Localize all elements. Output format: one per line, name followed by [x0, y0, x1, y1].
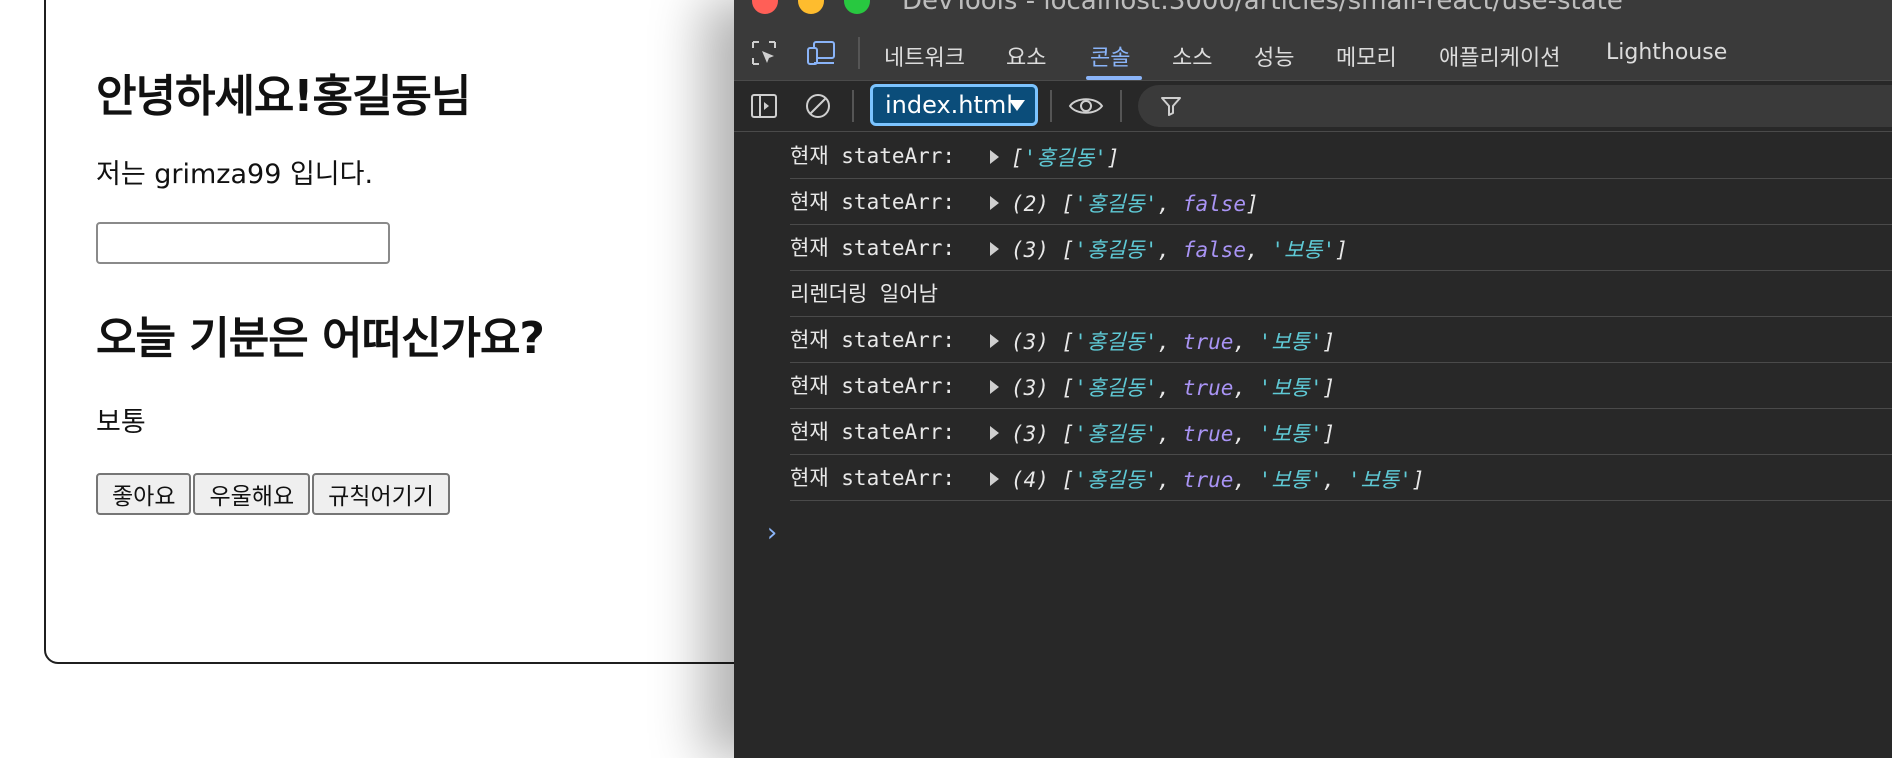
array-boolean-item: true — [1182, 330, 1234, 354]
array-string-item: '홍길동' — [1074, 376, 1158, 400]
live-expression-eye-icon[interactable] — [1068, 92, 1104, 120]
array-length: (2) — [1011, 192, 1049, 216]
device-toolbar-icon[interactable] — [806, 39, 838, 67]
tab-memory[interactable]: 메모리 — [1336, 40, 1397, 72]
console-log-label: 리렌더링 일어남 — [790, 282, 938, 306]
intro-text: 저는 grimza99 입니다. — [96, 159, 374, 190]
expand-triangle-icon[interactable] — [990, 334, 999, 348]
expand-triangle-icon[interactable] — [990, 380, 999, 394]
console-log-label: 현재 stateArr: — [790, 236, 956, 260]
minimize-window-button[interactable] — [798, 0, 824, 14]
array-string-item: '보통' — [1347, 468, 1412, 492]
console-array-value[interactable]: (4) ['홍길동', true, '보통', '보통'] — [990, 464, 1425, 494]
console-log-row: 현재 stateArr: (3) ['홍길동', true, '보통'] — [790, 316, 1892, 363]
array-length: (4) — [1011, 468, 1049, 492]
context-select-label: index.html — [885, 91, 1013, 119]
console-log-label: 현재 stateArr: — [790, 144, 956, 168]
context-select[interactable]: index.html — [870, 84, 1038, 126]
console-log-row: 현재 stateArr: (4) ['홍길동', true, '보통', '보통'… — [790, 454, 1892, 501]
array-string-item: '보통' — [1258, 376, 1323, 400]
array-string-item: '홍길동' — [1074, 468, 1158, 492]
tab-lighthouse[interactable]: Lighthouse — [1606, 40, 1727, 65]
chevron-down-icon — [1009, 100, 1025, 111]
tab-elements[interactable]: 요소 — [1006, 40, 1046, 72]
mood-button-row: 좋아요 우울해요 규칙어기기 — [96, 473, 450, 515]
sidebar-toggle-icon[interactable] — [750, 92, 778, 120]
filter-input[interactable] — [1138, 85, 1892, 127]
console-log-label: 현재 stateArr: — [790, 190, 956, 214]
app-card: 안녕하세요!홍길동님 저는 grimza99 입니다. 오늘 기분은 어떠신가요… — [44, 0, 804, 664]
toolbar-divider — [1050, 90, 1052, 122]
array-boolean-item: true — [1182, 468, 1234, 492]
array-string-item: '홍길동' — [1074, 192, 1158, 216]
active-tab-indicator — [1086, 76, 1142, 80]
array-string-item: '홍길동' — [1074, 422, 1158, 446]
devtools-title: DevTools - localhost:3000/articles/small… — [902, 0, 1623, 16]
console-array-value[interactable]: (3) ['홍길동', true, '보통'] — [990, 326, 1335, 356]
expand-triangle-icon[interactable] — [990, 472, 999, 486]
tab-sources[interactable]: 소스 — [1172, 40, 1212, 72]
array-length: (3) — [1011, 330, 1049, 354]
filter-icon — [1161, 97, 1181, 116]
mood-question-heading: 오늘 기분은 어떠신가요? — [96, 313, 545, 364]
close-window-button[interactable] — [752, 0, 778, 14]
array-boolean-item: false — [1182, 192, 1247, 216]
expand-triangle-icon[interactable] — [990, 196, 999, 210]
devtools-titlebar: DevTools - localhost:3000/articles/small… — [734, 0, 1892, 26]
array-length: (3) — [1011, 422, 1049, 446]
console-array-value[interactable]: (3) ['홍길동', true, '보통'] — [990, 418, 1335, 448]
array-string-item: '보통' — [1258, 468, 1323, 492]
console-toolbar: index.html — [734, 81, 1892, 132]
array-boolean-item: true — [1182, 422, 1234, 446]
console-prompt-icon[interactable]: › — [764, 518, 780, 548]
break-rule-button[interactable]: 규칙어기기 — [312, 473, 450, 515]
array-boolean-item: false — [1182, 238, 1247, 262]
console-array-value[interactable]: (3) ['홍길동', true, '보통'] — [990, 372, 1335, 402]
console-log-message: 리렌더링 일어남 — [790, 270, 1892, 317]
good-button[interactable]: 좋아요 — [96, 473, 192, 515]
console-log-label: 현재 stateArr: — [790, 328, 956, 352]
console-log-row: 현재 stateArr: (3) ['홍길동', true, '보통'] — [790, 362, 1892, 409]
console-array-value[interactable]: (3) ['홍길동', false, '보통'] — [990, 234, 1348, 264]
tab-network[interactable]: 네트워크 — [884, 40, 965, 72]
sad-button[interactable]: 우울해요 — [193, 473, 311, 515]
array-string-item: '보통' — [1258, 330, 1323, 354]
tab-console[interactable]: 콘솔 — [1090, 40, 1130, 72]
array-string-item: '보통' — [1258, 422, 1323, 446]
mood-value-text: 보통 — [96, 407, 146, 438]
tab-performance[interactable]: 성능 — [1254, 40, 1294, 72]
zoom-window-button[interactable] — [844, 0, 870, 14]
console-log-label: 현재 stateArr: — [790, 466, 956, 490]
toolbar-divider — [1120, 90, 1122, 122]
expand-triangle-icon[interactable] — [990, 150, 999, 164]
array-boolean-item: true — [1182, 376, 1234, 400]
array-length: (3) — [1011, 238, 1049, 262]
tab-divider — [858, 37, 860, 69]
array-string-item: '홍길동' — [1074, 330, 1158, 354]
array-string-item: '보통' — [1271, 238, 1336, 262]
name-input[interactable] — [96, 222, 390, 264]
console-log-row: 현재 stateArr: (3) ['홍길동', true, '보통'] — [790, 408, 1892, 455]
tab-application[interactable]: 애플리케이션 — [1439, 40, 1560, 72]
console-array-value[interactable]: ['홍길동'] — [990, 142, 1120, 172]
console-array-value[interactable]: (2) ['홍길동', false] — [990, 188, 1259, 218]
console-log-row: 현재 stateArr: (3) ['홍길동', false, '보통'] — [790, 224, 1892, 271]
array-length: (3) — [1011, 376, 1049, 400]
toolbar-divider — [852, 90, 854, 122]
expand-triangle-icon[interactable] — [990, 426, 999, 440]
inspect-element-icon[interactable] — [750, 39, 778, 67]
console-log-row: 현재 stateArr: (2) ['홍길동', false] — [790, 178, 1892, 225]
devtools-tab-bar: 네트워크 요소 콘솔 소스 성능 메모리 애플리케이션 Lighthouse — [734, 26, 1892, 81]
console-log-label: 현재 stateArr: — [790, 420, 956, 444]
console-log-label: 현재 stateArr: — [790, 374, 956, 398]
expand-triangle-icon[interactable] — [990, 242, 999, 256]
array-string-item: '홍길동' — [1074, 238, 1158, 262]
array-string-item: '홍길동' — [1023, 146, 1107, 170]
clear-console-icon[interactable] — [804, 92, 832, 120]
devtools-window: DevTools - localhost:3000/articles/small… — [734, 0, 1892, 758]
console-log-row: 현재 stateArr: ['홍길동'] — [790, 132, 1892, 179]
greeting-heading: 안녕하세요!홍길동님 — [96, 71, 471, 122]
